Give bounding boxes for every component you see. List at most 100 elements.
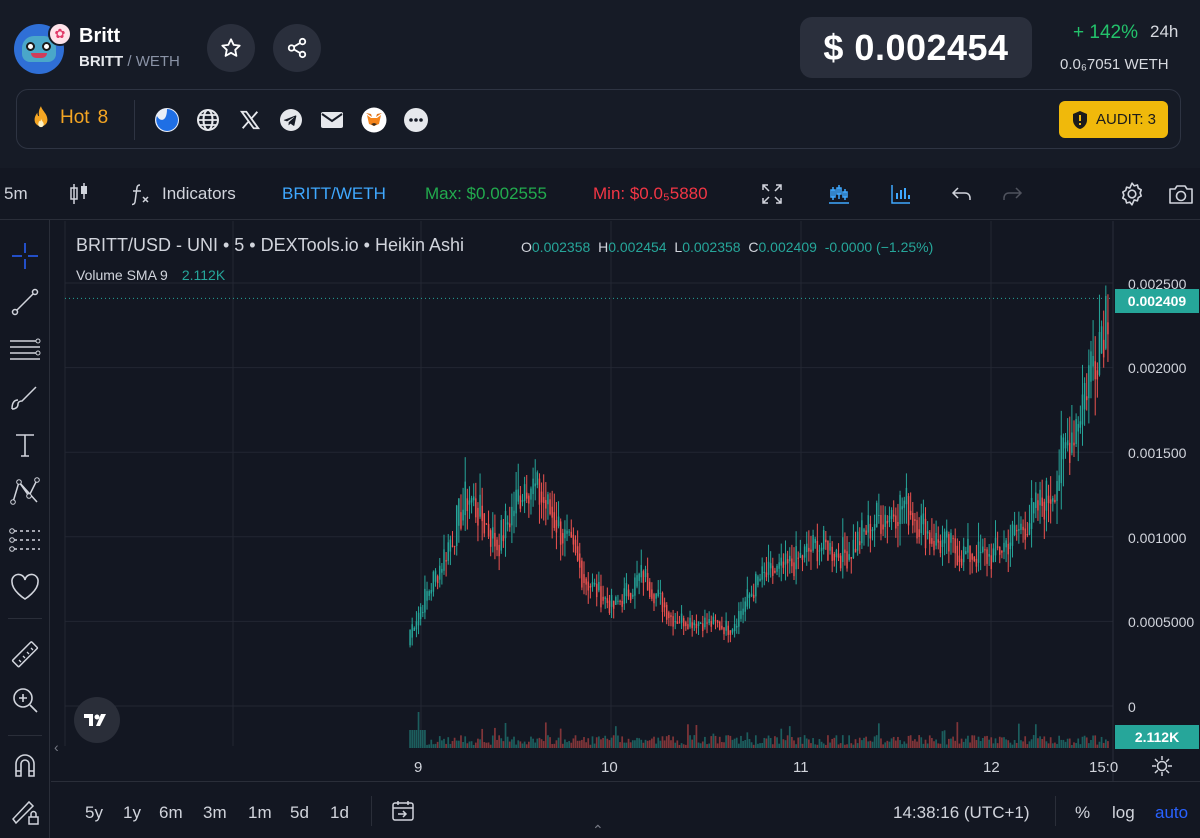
website-link[interactable] bbox=[194, 106, 222, 134]
percent-toggle[interactable]: % bbox=[1075, 803, 1090, 823]
hot-rank-badge[interactable]: Hot 8 bbox=[30, 105, 108, 131]
candle-body bbox=[962, 546, 965, 563]
candle-body bbox=[1102, 339, 1105, 358]
fib-retracement-tool[interactable] bbox=[7, 332, 43, 368]
range-5y[interactable]: 5y bbox=[85, 803, 103, 823]
expand-panel-icon[interactable]: ⌃ bbox=[592, 822, 604, 838]
candle-body bbox=[528, 495, 530, 504]
candle-body bbox=[415, 621, 418, 630]
volume-bar bbox=[718, 736, 721, 748]
candle-body bbox=[776, 565, 778, 572]
volume-bar bbox=[801, 743, 804, 748]
range-6m[interactable]: 6m bbox=[159, 803, 183, 823]
candle-body bbox=[515, 489, 517, 514]
favorite-button[interactable] bbox=[207, 24, 255, 72]
pattern-tool[interactable] bbox=[7, 474, 43, 510]
fullscreen-button[interactable] bbox=[758, 180, 786, 208]
range-1m[interactable]: 1m bbox=[248, 803, 272, 823]
settings-button[interactable] bbox=[1118, 180, 1146, 208]
undo-button[interactable] bbox=[948, 180, 976, 208]
indicators-button-icon[interactable] bbox=[126, 180, 154, 208]
max-price: Max: $0.002555 bbox=[425, 184, 547, 203]
candle-view-button[interactable] bbox=[825, 180, 853, 208]
candle-body bbox=[977, 541, 980, 563]
go-to-date-button[interactable] bbox=[391, 800, 415, 827]
dextools-link[interactable] bbox=[153, 106, 181, 134]
log-toggle[interactable]: log bbox=[1112, 803, 1135, 823]
scroll-left-icon[interactable]: ‹ bbox=[54, 739, 59, 755]
magnet-tool[interactable] bbox=[7, 747, 43, 783]
volume-bar bbox=[534, 742, 537, 748]
audit-button[interactable]: AUDIT: 3 bbox=[1059, 101, 1168, 138]
pair-toggle[interactable]: BRITT/WETH bbox=[282, 184, 386, 204]
more-button[interactable] bbox=[402, 106, 430, 134]
candle-body bbox=[1081, 394, 1084, 425]
range-1y[interactable]: 1y bbox=[123, 803, 141, 823]
volume-bar bbox=[538, 737, 541, 748]
redo-button[interactable] bbox=[998, 180, 1026, 208]
candle-body bbox=[1015, 530, 1018, 532]
sun-gear-icon bbox=[1152, 756, 1172, 776]
zoom-tool[interactable] bbox=[7, 682, 43, 718]
prediction-tool[interactable] bbox=[7, 522, 43, 558]
candle-body bbox=[646, 573, 649, 591]
volume-bar bbox=[977, 736, 980, 748]
candle-body bbox=[432, 571, 435, 592]
candle-body bbox=[595, 583, 598, 598]
range-5d[interactable]: 5d bbox=[290, 803, 309, 823]
twitter-link[interactable] bbox=[236, 106, 264, 134]
candle-body bbox=[604, 597, 606, 599]
candle-body bbox=[426, 591, 428, 601]
candle-body bbox=[574, 539, 577, 553]
price-chart[interactable]: BRITT/USD - UNI • 5 • DEXTools.io • Heik… bbox=[51, 221, 1200, 781]
volume-view-button[interactable] bbox=[887, 180, 915, 208]
candle-body bbox=[814, 538, 816, 543]
candle-body bbox=[916, 520, 918, 539]
measure-tool[interactable] bbox=[7, 637, 43, 673]
heart-icon bbox=[11, 573, 39, 600]
share-button[interactable] bbox=[273, 24, 321, 72]
clock-time[interactable]: 14:38:16 (UTC+1) bbox=[893, 803, 1030, 823]
metamask-button[interactable] bbox=[360, 106, 388, 134]
chart-type-button[interactable] bbox=[65, 180, 93, 208]
candle-body bbox=[449, 539, 452, 552]
crosshair-tool[interactable] bbox=[7, 238, 43, 274]
trend-line-tool[interactable] bbox=[7, 284, 43, 320]
candle-body bbox=[608, 600, 611, 613]
screenshot-button[interactable] bbox=[1167, 180, 1195, 208]
axis-settings-button[interactable] bbox=[1151, 755, 1173, 781]
email-link[interactable] bbox=[318, 106, 346, 134]
lock-drawings-tool[interactable] bbox=[7, 793, 43, 829]
tradingview-logo[interactable] bbox=[74, 697, 120, 743]
brush-tool[interactable] bbox=[7, 380, 43, 416]
auto-toggle[interactable]: auto bbox=[1155, 803, 1188, 823]
volume-bar bbox=[629, 742, 632, 748]
range-3m[interactable]: 3m bbox=[203, 803, 227, 823]
redo-icon bbox=[1003, 187, 1023, 200]
candle-body bbox=[549, 499, 551, 515]
text-icon bbox=[16, 434, 34, 457]
volume-bar bbox=[1007, 740, 1010, 748]
candle-body bbox=[931, 538, 933, 544]
candle-body bbox=[475, 498, 477, 518]
volume-bar bbox=[958, 743, 961, 748]
favorites-tool[interactable] bbox=[7, 569, 43, 605]
volume-bar bbox=[909, 735, 912, 748]
indicators-button[interactable]: Indicators bbox=[162, 184, 236, 204]
volume-bar bbox=[952, 736, 954, 748]
volume-bar bbox=[559, 728, 562, 748]
candle-body bbox=[1043, 501, 1046, 520]
volume-bar bbox=[419, 730, 422, 748]
telegram-link[interactable] bbox=[277, 106, 305, 134]
volume-bar bbox=[742, 740, 744, 748]
range-1d[interactable]: 1d bbox=[330, 803, 349, 823]
chart-canvas[interactable] bbox=[51, 221, 1200, 781]
candle-body bbox=[644, 569, 647, 578]
divider bbox=[371, 796, 372, 826]
volume-bar bbox=[833, 737, 836, 748]
volume-bar bbox=[1071, 744, 1073, 748]
volume-bar bbox=[1034, 724, 1037, 748]
interval-selector[interactable]: 5m bbox=[4, 184, 28, 204]
text-tool[interactable] bbox=[7, 427, 43, 463]
close-value: 0.002409 bbox=[758, 239, 817, 255]
